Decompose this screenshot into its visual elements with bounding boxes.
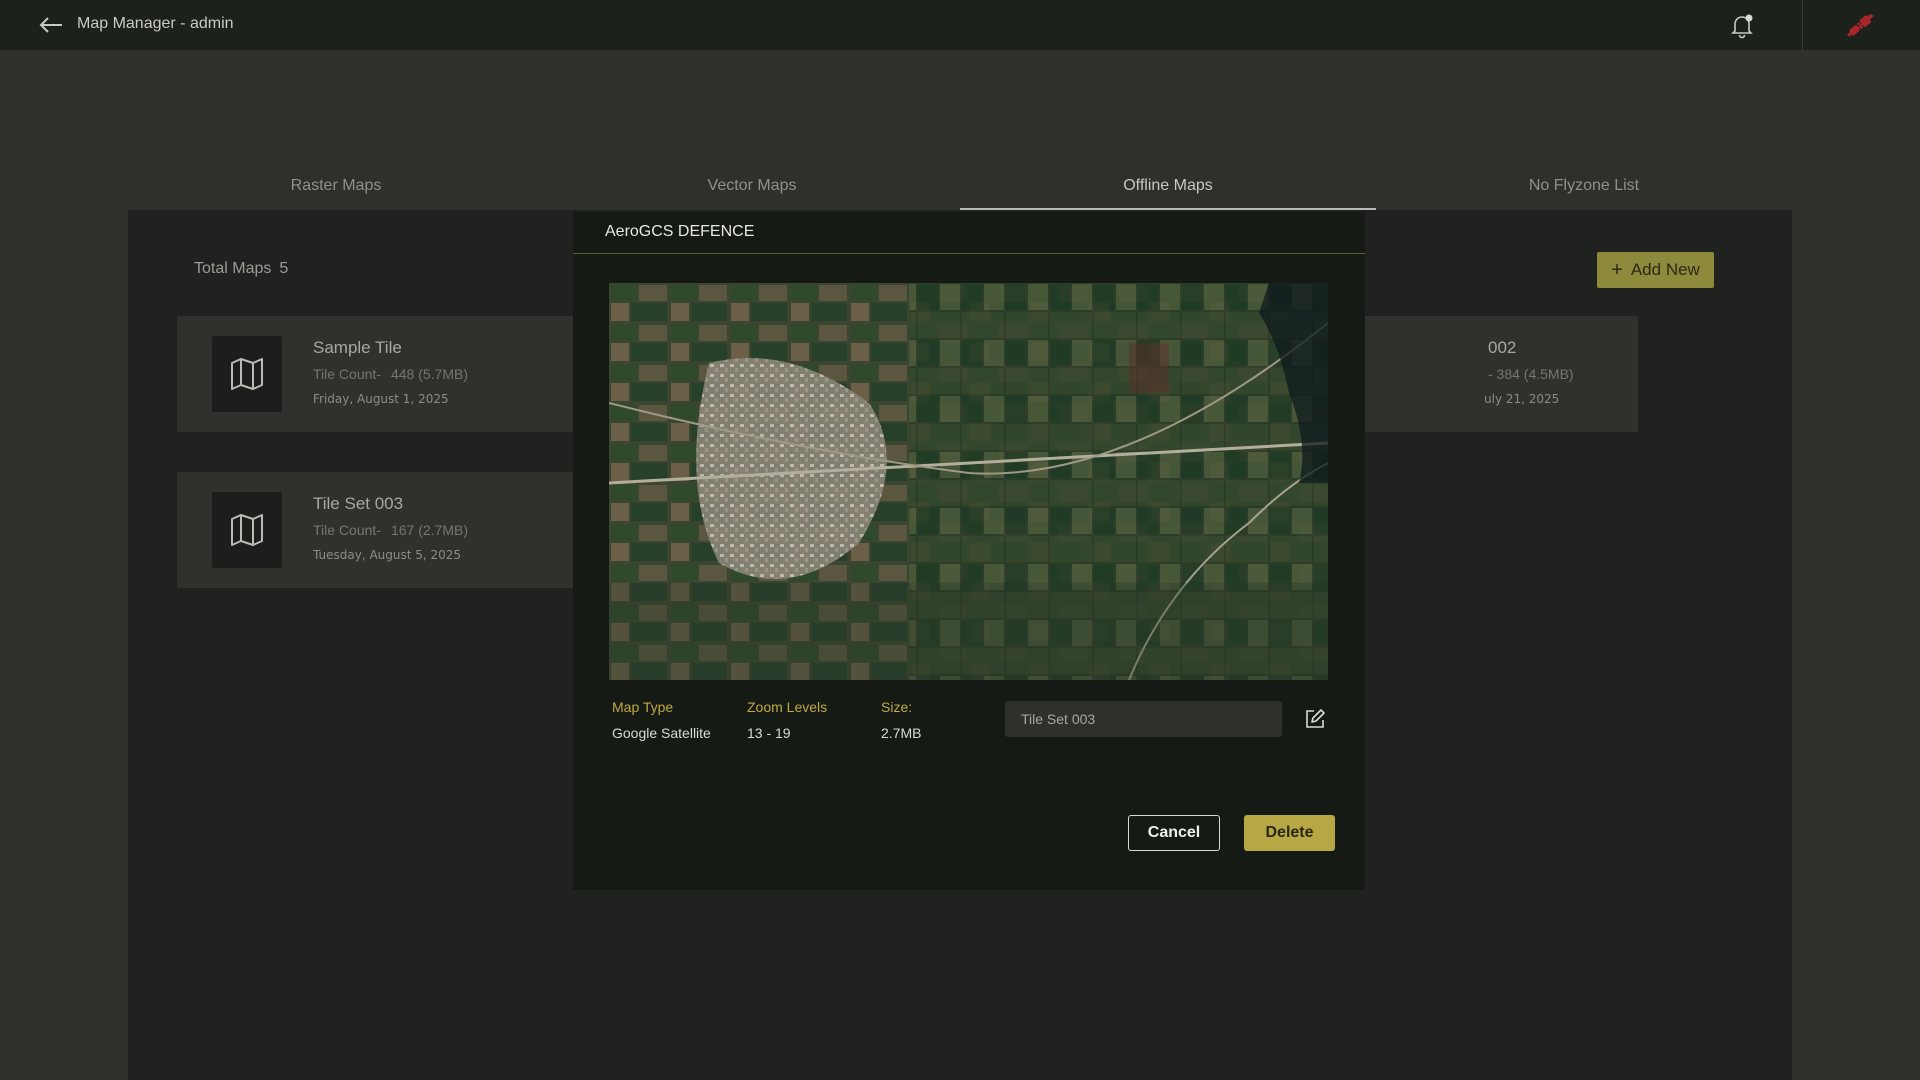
satellite-imagery [609, 283, 1328, 680]
total-maps: Total Maps 5 [194, 260, 288, 278]
map-icon [231, 358, 263, 390]
tab-no-flyzone-list[interactable]: No Flyzone List [1376, 162, 1792, 210]
notifications-button[interactable] [1727, 10, 1757, 40]
dialog-title: AeroGCS DEFENCE [605, 223, 755, 240]
tile-count-label: Tile Count- [313, 366, 381, 382]
edit-name-button[interactable] [1303, 707, 1327, 731]
size-value: 2.7MB [881, 725, 922, 741]
back-button[interactable] [36, 12, 66, 38]
map-thumbnail [212, 336, 282, 412]
bell-icon [1731, 14, 1753, 39]
plug-disconnected-icon [1847, 13, 1874, 37]
tab-offline-maps[interactable]: Offline Maps [960, 162, 1376, 210]
map-card-tile-count: Tile Count- 167 (2.7MB) [313, 522, 468, 538]
map-card-date: Tuesday, August 5, 2025 [313, 548, 462, 562]
top-bar: Map Manager - admin [0, 0, 1920, 50]
delete-map-dialog: AeroGCS DEFENCE Map Type Google Satellit… [573, 212, 1365, 890]
connection-button[interactable] [1844, 9, 1876, 41]
map-thumbnail [212, 492, 282, 568]
arrow-left-icon [39, 17, 62, 33]
dialog-header: AeroGCS DEFENCE [573, 212, 1365, 254]
plus-icon: + [1611, 259, 1623, 281]
map-card-date: Friday, August 1, 2025 [313, 392, 449, 406]
delete-button[interactable]: Delete [1244, 815, 1335, 851]
tab-raster-maps[interactable]: Raster Maps [128, 162, 544, 210]
zoom-levels-value: 13 - 19 [747, 725, 791, 741]
map-card-tile-count: Tile Count- 448 (5.7MB) [313, 366, 468, 382]
tile-count-value: 448 (5.7MB) [390, 366, 468, 382]
total-maps-label: Total Maps [194, 260, 272, 277]
zoom-levels-label: Zoom Levels [747, 699, 828, 715]
tab-vector-maps[interactable]: Vector Maps [544, 162, 960, 210]
map-card-date: uly 21, 2025 [1484, 392, 1560, 406]
map-card-name: Sample Tile [313, 338, 402, 357]
tab-bar: Raster Maps Vector Maps Offline Maps No … [128, 162, 1792, 210]
map-icon [231, 514, 263, 546]
size-label: Size: [881, 699, 913, 715]
edit-icon [1306, 709, 1325, 728]
map-card-name: 002 [1488, 338, 1517, 357]
top-bar-divider [1802, 0, 1803, 50]
map-name-input[interactable] [1005, 701, 1282, 737]
app-title: Map Manager - admin [77, 15, 234, 32]
map-type-value: Google Satellite [612, 725, 711, 741]
map-preview-image [609, 283, 1328, 680]
map-card-name: Tile Set 003 [313, 494, 404, 513]
tile-count-value: 167 (2.7MB) [390, 522, 468, 538]
map-type-label: Map Type [612, 699, 674, 715]
cancel-button[interactable]: Cancel [1128, 815, 1220, 851]
map-card-tile-count: - 384 (4.5MB) [1488, 366, 1574, 382]
add-new-label: Add New [1630, 260, 1700, 279]
tile-count-label: Tile Count- [313, 522, 381, 538]
add-new-button[interactable]: + Add New [1597, 252, 1714, 288]
total-maps-count: 5 [279, 260, 289, 277]
map-card-partial[interactable]: 002 - 384 (4.5MB) uly 21, 2025 [1318, 316, 1638, 432]
